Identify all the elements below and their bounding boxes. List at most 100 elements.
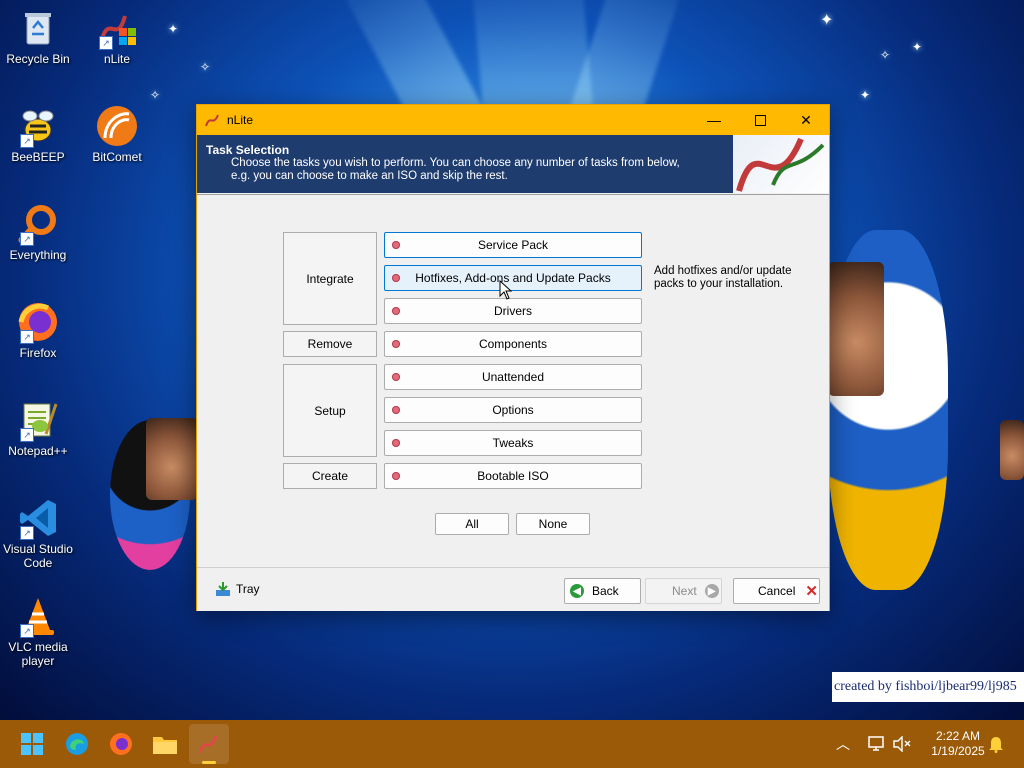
sparkle: ✦ bbox=[820, 12, 834, 29]
desktop-icon-notepadpp[interactable]: ↗ Notepad++ bbox=[0, 398, 76, 458]
shortcut-arrow-icon: ↗ bbox=[20, 134, 34, 148]
cancel-button[interactable]: Cancel ✕ bbox=[733, 578, 820, 604]
close-window-button[interactable]: ✕ bbox=[783, 105, 829, 135]
notifications-button[interactable] bbox=[988, 720, 1004, 768]
notepadpp-icon: ↗ bbox=[16, 398, 60, 442]
maximize-button[interactable] bbox=[737, 105, 783, 135]
next-button[interactable]: Next ▶ bbox=[645, 578, 722, 604]
desktop-icon-beebeep[interactable]: ↗ BeeBEEP bbox=[0, 104, 76, 164]
desktop-icon-firefox[interactable]: ↗ Firefox bbox=[0, 300, 76, 360]
clock-date: 1/19/2025 bbox=[931, 744, 985, 758]
active-indicator bbox=[202, 761, 216, 764]
start-button[interactable] bbox=[12, 724, 52, 764]
desktop-icon-everything[interactable]: ↗ Everything bbox=[0, 202, 76, 262]
task-components[interactable]: Components bbox=[384, 331, 642, 357]
task-label: Unattended bbox=[481, 370, 545, 384]
desktop-icon-recycle-bin[interactable]: Recycle Bin bbox=[0, 6, 76, 66]
desktop-icon-vscode[interactable]: ↗ Visual Studio Code bbox=[0, 496, 76, 570]
header-description: Choose the tasks you wish to perform. Yo… bbox=[231, 157, 680, 182]
desktop-icon-label: Firefox bbox=[19, 346, 57, 360]
firefox-icon bbox=[110, 733, 132, 755]
task-unattended[interactable]: Unattended bbox=[384, 364, 642, 390]
task-service-pack[interactable]: Service Pack bbox=[384, 232, 642, 258]
select-all-button[interactable]: All bbox=[435, 513, 509, 535]
maximize-icon bbox=[754, 114, 766, 126]
task-label: Service Pack bbox=[477, 238, 549, 252]
category-setup[interactable]: Setup bbox=[283, 364, 377, 457]
face-photo bbox=[1000, 420, 1024, 480]
tray-button[interactable]: Tray bbox=[215, 581, 260, 597]
vscode-icon: ↗ bbox=[16, 496, 60, 540]
desktop-icon-label: Notepad++ bbox=[8, 444, 68, 458]
nlite-app-icon bbox=[205, 114, 219, 127]
windows-logo-icon bbox=[21, 733, 43, 755]
volume-muted-icon bbox=[893, 736, 911, 752]
shortcut-arrow-icon: ↗ bbox=[20, 624, 34, 638]
task-options[interactable]: Options bbox=[384, 397, 642, 423]
category-integrate[interactable]: Integrate bbox=[283, 232, 377, 325]
bell-icon bbox=[989, 737, 1003, 753]
taskbar-file-explorer[interactable] bbox=[145, 724, 185, 764]
volume-status[interactable] bbox=[893, 720, 911, 768]
title-bar[interactable]: nLite — ✕ bbox=[197, 105, 829, 135]
desktop-icon-label: Everything bbox=[9, 248, 67, 262]
shortcut-arrow-icon: ↗ bbox=[20, 428, 34, 442]
network-status[interactable] bbox=[868, 720, 886, 768]
desktop-icon-label: Recycle Bin bbox=[6, 52, 70, 66]
recycle-bin-icon bbox=[16, 6, 60, 50]
taskbar: ︿ 2:22 AM 1/19/2025 bbox=[0, 720, 1024, 768]
wizard-header: Task Selection Choose the tasks you wish… bbox=[197, 135, 829, 193]
task-label: Options bbox=[492, 403, 534, 417]
desktop-icon-nlite[interactable]: ↗ nLite bbox=[79, 6, 155, 66]
firefox-icon: ↗ bbox=[16, 300, 60, 344]
nlite-window: nLite — ✕ Task Selection Choose the task… bbox=[196, 104, 830, 611]
task-label: Drivers bbox=[494, 304, 532, 318]
status-dot-icon bbox=[392, 274, 400, 282]
task-panel: Integrate Remove Setup Create Service Pa… bbox=[197, 194, 829, 567]
desktop-icon-bitcomet[interactable]: BitComet bbox=[79, 104, 155, 164]
vlc-cone-icon: ↗ bbox=[16, 594, 60, 638]
desktop-icon-vlc[interactable]: ↗ VLC media player bbox=[0, 594, 76, 668]
task-tweaks[interactable]: Tweaks bbox=[384, 430, 642, 456]
nlite-icon: ↗ bbox=[95, 6, 139, 50]
task-label: Tweaks bbox=[492, 436, 534, 450]
next-label: Next bbox=[672, 584, 697, 598]
window-title: nLite bbox=[227, 113, 254, 127]
shortcut-arrow-icon: ↗ bbox=[20, 526, 34, 540]
cancel-x-icon: ✕ bbox=[805, 583, 818, 600]
desktop-icon-label: BitComet bbox=[92, 150, 142, 164]
status-dot-icon bbox=[392, 373, 400, 381]
taskbar-nlite[interactable] bbox=[189, 724, 229, 764]
bee-icon: ↗ bbox=[16, 104, 60, 148]
taskbar-clock[interactable]: 2:22 AM 1/19/2025 bbox=[918, 729, 998, 759]
taskbar-firefox[interactable] bbox=[101, 724, 141, 764]
sparkle: ✦ bbox=[168, 22, 179, 36]
status-dot-icon bbox=[392, 406, 400, 414]
select-none-button[interactable]: None bbox=[516, 513, 590, 535]
wizard-footer: Tray ◀ Back Next ▶ Cancel ✕ bbox=[197, 567, 829, 611]
task-bootable-iso[interactable]: Bootable ISO bbox=[384, 463, 642, 489]
clock-time: 2:22 AM bbox=[935, 729, 981, 743]
next-arrow-icon: ▶ bbox=[704, 584, 719, 598]
task-drivers[interactable]: Drivers bbox=[384, 298, 642, 324]
minimize-icon: — bbox=[707, 112, 721, 128]
edge-icon bbox=[66, 733, 88, 755]
face-photo bbox=[828, 262, 884, 396]
back-button[interactable]: ◀ Back bbox=[564, 578, 641, 604]
nlite-logo-icon bbox=[733, 135, 829, 193]
category-remove[interactable]: Remove bbox=[283, 331, 377, 357]
back-arrow-icon: ◀ bbox=[570, 584, 584, 598]
tray-overflow-button[interactable]: ︿ bbox=[836, 720, 850, 768]
minimize-button[interactable]: — bbox=[691, 105, 737, 135]
taskbar-edge[interactable] bbox=[57, 724, 97, 764]
magnifier-icon: ↗ bbox=[16, 202, 60, 246]
desktop-icon-label: BeeBEEP bbox=[11, 150, 65, 164]
wallpaper-credit: created by fishboi/ljbear99/lj985 bbox=[832, 672, 1024, 702]
sparkle: ✧ bbox=[880, 48, 891, 62]
task-description: Add hotfixes and/or update packs to your… bbox=[654, 265, 792, 290]
chevron-up-icon: ︿ bbox=[836, 736, 850, 752]
category-create[interactable]: Create bbox=[283, 463, 377, 489]
task-hotfixes[interactable]: Hotfixes, Add-ons and Update Packs bbox=[384, 265, 642, 291]
shortcut-arrow-icon: ↗ bbox=[20, 232, 34, 246]
shortcut-arrow-icon: ↗ bbox=[20, 330, 34, 344]
